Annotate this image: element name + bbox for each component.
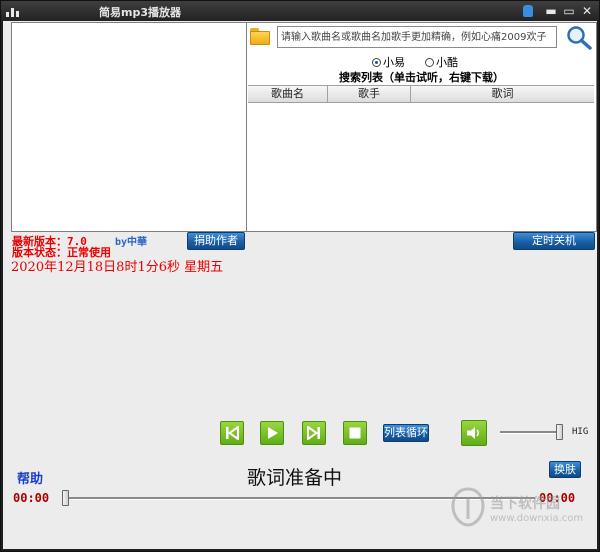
prev-icon: [226, 426, 239, 440]
source-radio-xiaoku[interactable]: 小酷: [425, 54, 458, 70]
watermark-text: 当下软件园: [490, 496, 560, 512]
watermark-logo-icon: [451, 487, 485, 527]
watermark-url: www.downxia.com: [490, 513, 584, 524]
close-button[interactable]: ✕: [580, 4, 594, 18]
source-radio-group: 小易 小酷: [247, 54, 596, 70]
shutdown-timer-button[interactable]: 定时关机: [513, 232, 595, 250]
album-display-panel: [11, 22, 247, 232]
volume-track[interactable]: [500, 431, 558, 434]
client-area: 小易 小酷 搜索列表（单击试听，右键下载） 歌曲名 歌手 歌词 最新版本：7.0…: [3, 21, 597, 549]
search-input[interactable]: [277, 26, 557, 48]
app-icon: [6, 5, 20, 17]
volume-button[interactable]: [461, 420, 487, 446]
folder-icon[interactable]: [250, 28, 270, 45]
search-panel: 小易 小酷 搜索列表（单击试听，右键下载） 歌曲名 歌手 歌词: [246, 22, 597, 232]
progress-slider-thumb[interactable]: [62, 490, 69, 506]
author-text: by中華: [115, 237, 148, 248]
help-link[interactable]: 帮助: [17, 468, 43, 487]
results-table-body[interactable]: [248, 103, 594, 229]
column-header-singer[interactable]: 歌手: [328, 86, 411, 102]
previous-button[interactable]: [220, 421, 244, 445]
play-icon: [268, 427, 278, 439]
play-button[interactable]: [260, 421, 284, 445]
search-button[interactable]: [565, 24, 593, 50]
stop-icon: [349, 427, 361, 439]
loop-mode-button[interactable]: 列表循环: [383, 424, 429, 442]
watermark: 当下软件园 www.downxia.com: [450, 483, 584, 543]
current-time: 00:00: [13, 491, 50, 505]
datetime-text: 2020年12月18日8时1分6秒 星期五: [11, 260, 224, 275]
column-header-lyrics[interactable]: 歌词: [411, 86, 594, 102]
results-table-header: 歌曲名 歌手 歌词: [248, 85, 594, 103]
search-list-title: 搜索列表（单击试听，右键下载）: [339, 71, 504, 84]
stop-button[interactable]: [343, 421, 367, 445]
maximize-button[interactable]: ▭: [562, 4, 576, 18]
column-header-song[interactable]: 歌曲名: [248, 86, 328, 102]
skin-button[interactable]: 换肤: [549, 461, 581, 478]
volume-icon: [467, 427, 479, 439]
volume-label: HIG: [572, 427, 589, 437]
next-button[interactable]: [302, 421, 326, 445]
player-window: 简易mp3播放器 ▬ ▭ ✕ 小易 小酷 搜索列表（单击试听，右键下载）: [0, 0, 600, 552]
lyric-status-text: 歌词准备中: [247, 467, 343, 489]
minimize-button[interactable]: ▬: [544, 4, 558, 18]
window-title: 简易mp3播放器: [99, 6, 181, 19]
source-radio-xiaoyi[interactable]: 小易: [372, 54, 405, 70]
volume-slider-thumb[interactable]: [556, 424, 563, 440]
title-bar[interactable]: 简易mp3播放器 ▬ ▭ ✕: [1, 1, 600, 21]
donate-button[interactable]: 捐助作者: [187, 232, 245, 250]
next-icon: [307, 426, 320, 440]
search-icon: [567, 26, 592, 50]
skin-icon[interactable]: [523, 5, 533, 17]
